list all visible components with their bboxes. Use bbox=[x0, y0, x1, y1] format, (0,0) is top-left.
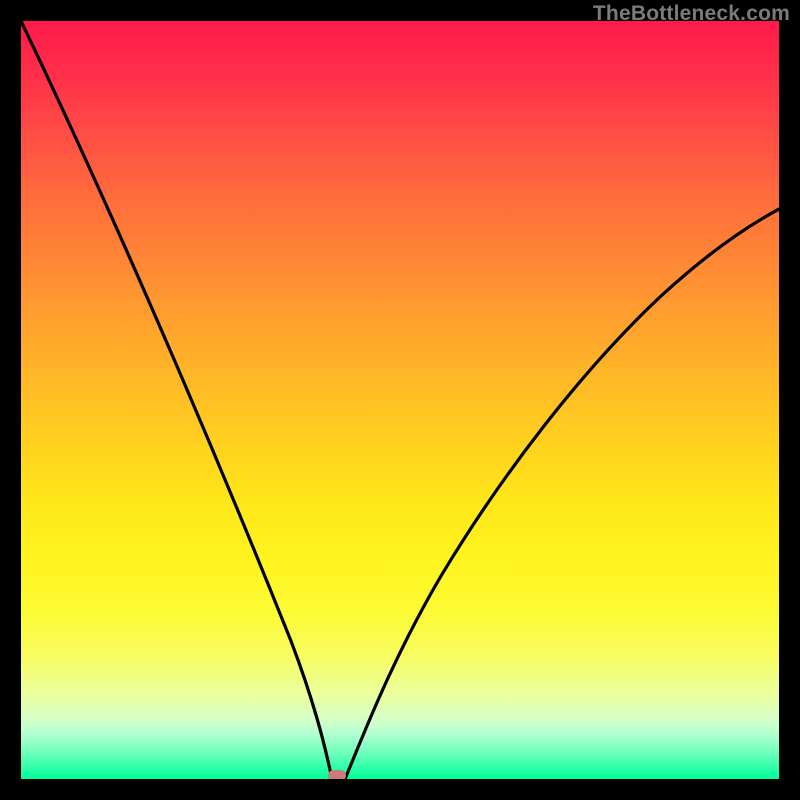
watermark-text: TheBottleneck.com bbox=[593, 2, 790, 26]
chart-frame: TheBottleneck.com bbox=[0, 0, 800, 800]
plot-area bbox=[21, 21, 779, 779]
